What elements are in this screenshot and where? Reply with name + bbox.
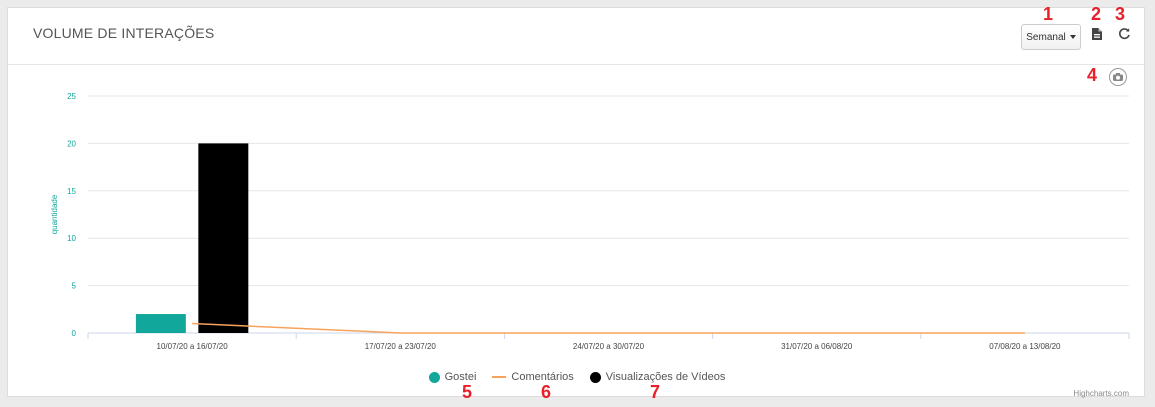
- x-tick-label: 24/07/20 a 30/07/20: [573, 342, 645, 351]
- y-tick-label: 5: [72, 282, 77, 291]
- marker-2: 2: [1091, 4, 1102, 24]
- legend-item-comentarios[interactable]: Comentários: [492, 371, 574, 383]
- y-tick-label: 10: [67, 234, 76, 243]
- x-tick-label: 17/07/20 a 23/07/20: [365, 342, 437, 351]
- y-axis-title: quantidade: [50, 194, 59, 234]
- marker-3: 3: [1115, 4, 1126, 24]
- x-tick-label: 10/07/20 a 16/07/20: [157, 342, 229, 351]
- marker-7: 7: [650, 382, 661, 402]
- y-tick-label: 15: [67, 187, 76, 196]
- highcharts-credits[interactable]: Highcharts.com: [1073, 389, 1129, 398]
- x-tick-label: 31/07/20 a 06/08/20: [781, 342, 853, 351]
- y-tick-label: 25: [67, 92, 76, 101]
- bar-gostei[interactable]: [135, 314, 186, 333]
- bar-videos[interactable]: [198, 143, 249, 333]
- line-comentarios[interactable]: [192, 322, 1025, 334]
- x-tick-label: 07/08/20 a 13/08/20: [989, 342, 1061, 351]
- y-tick-label: 20: [67, 139, 76, 148]
- marker-6: 6: [541, 382, 552, 402]
- chart-canvas: 0 5 10 15 20 25 quantidade 10/07/20 a 16/07/20 1…: [50, 92, 1130, 351]
- legend-symbol-gostei: [428, 371, 440, 383]
- chart-legend: Gostei Comentários Visualizações de Víde…: [8, 371, 1146, 383]
- y-tick-label: 0: [72, 329, 77, 338]
- legend-symbol-comentarios: [492, 376, 507, 378]
- marker-1: 1: [1043, 4, 1054, 24]
- legend-symbol-videos: [589, 371, 601, 383]
- marker-4: 4: [1087, 65, 1098, 85]
- marker-5: 5: [462, 382, 473, 402]
- interactions-panel: VOLUME DE INTERAÇÕES Semanal 0 5 10 15 20 25 q…: [7, 7, 1146, 398]
- legend-label-videos: Visualizações de Vídeos: [605, 371, 726, 383]
